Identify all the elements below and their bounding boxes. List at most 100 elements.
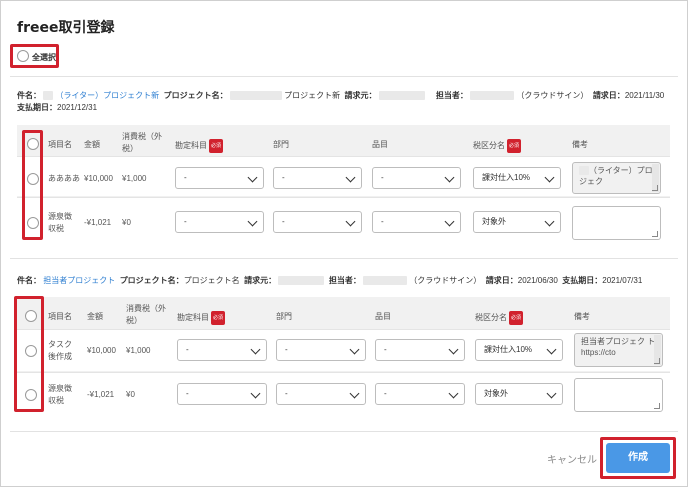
billing-label: 請求日： xyxy=(592,91,625,100)
redacted xyxy=(363,276,408,286)
subject-link[interactable]: 担当者プロジェクト xyxy=(43,276,115,285)
dept-select[interactable]: - xyxy=(276,339,366,361)
resize-handle-icon[interactable] xyxy=(652,185,658,191)
subject-label: 件名： xyxy=(17,91,41,100)
chevron-down-icon xyxy=(448,388,459,399)
chevron-down-icon xyxy=(250,344,261,355)
account-select[interactable]: - xyxy=(175,211,264,233)
tax-class-value: 課対仕入10% xyxy=(484,345,533,354)
resize-handle-icon[interactable] xyxy=(652,231,658,237)
tax-class-select[interactable]: 課対仕入10% xyxy=(473,167,561,189)
resize-handle-icon[interactable] xyxy=(654,358,660,364)
col-account: 勘定科目 必須 xyxy=(177,311,226,325)
tax-class-value: 対象外 xyxy=(482,217,506,226)
account-select[interactable]: - xyxy=(177,383,267,405)
account-select[interactable]: - xyxy=(175,167,264,189)
dept-value: - xyxy=(282,173,285,182)
product-value: - xyxy=(384,345,387,354)
item-name: 源泉徴収税 xyxy=(48,212,72,233)
col-tax-class-label: 税区分名 xyxy=(475,313,507,323)
chevron-down-icon xyxy=(444,172,455,183)
product-value: - xyxy=(384,389,387,398)
chevron-down-icon xyxy=(544,216,555,227)
row-radio[interactable] xyxy=(27,217,39,229)
note-value: 担当者プロジェク ト https://cto xyxy=(581,337,656,357)
billing-label: 請求日： xyxy=(485,276,518,285)
tax-class-value: 対象外 xyxy=(484,389,508,398)
account-value: - xyxy=(186,345,189,354)
dept-value: - xyxy=(285,345,288,354)
note-textarea[interactable] xyxy=(572,206,661,240)
create-button[interactable]: 作成 xyxy=(606,443,670,473)
account-select[interactable]: - xyxy=(177,339,267,361)
product-select[interactable]: - xyxy=(372,211,461,233)
resize-handle-icon[interactable] xyxy=(654,403,660,409)
cancel-button[interactable]: キャンセル xyxy=(547,451,597,466)
note-textarea[interactable]: （ライター）プロジェク xyxy=(572,162,661,194)
tax-amount: ¥0 xyxy=(126,390,135,399)
amount: ¥10,000 xyxy=(87,346,116,355)
chevron-down-icon xyxy=(349,344,360,355)
required-badge: 必須 xyxy=(211,311,226,325)
header-radio[interactable] xyxy=(27,138,39,150)
dept-value: - xyxy=(285,389,288,398)
payment-label: 支払期日： xyxy=(17,103,57,112)
project-label: プロジェクト名： xyxy=(163,91,228,100)
redacted xyxy=(43,91,54,101)
col-dept: 部門 xyxy=(273,140,289,149)
divider xyxy=(10,431,678,432)
required-badge: 必須 xyxy=(509,311,524,325)
table-header xyxy=(17,297,670,329)
col-amount: 金額 xyxy=(87,312,103,321)
billing-date: 2021/06/30 xyxy=(517,276,558,285)
amount: ¥10,000 xyxy=(84,174,113,183)
chevron-down-icon xyxy=(247,216,258,227)
tax-amount: ¥1,000 xyxy=(126,346,151,355)
header-radio[interactable] xyxy=(25,310,37,322)
tax-class-select[interactable]: 対象外 xyxy=(475,383,563,405)
payment-label: 支払期日： xyxy=(562,276,603,285)
item-name: ああああ xyxy=(48,174,80,183)
subject-link[interactable]: （ライター）プロジェクト新 xyxy=(55,91,159,100)
product-select[interactable]: - xyxy=(375,339,465,361)
chevron-down-icon xyxy=(250,388,261,399)
required-badge: 必須 xyxy=(209,139,224,153)
project-label: プロジェクト名： xyxy=(119,276,184,285)
col-item: 項目名 xyxy=(48,140,72,149)
row-radio[interactable] xyxy=(27,173,39,185)
account-value: - xyxy=(186,389,189,398)
chevron-down-icon xyxy=(345,216,356,227)
select-all-radio[interactable] xyxy=(17,50,29,62)
tax-amount: ¥0 xyxy=(122,218,131,227)
dialog-title: freee取引登録 xyxy=(17,20,115,36)
product-select[interactable]: - xyxy=(372,167,461,189)
col-account: 勘定科目 必須 xyxy=(175,139,224,153)
row-radio[interactable] xyxy=(25,345,37,357)
select-all-label: 全選択 xyxy=(32,53,56,62)
tax-class-select[interactable]: 課対仕入10% xyxy=(475,339,563,361)
note-textarea[interactable]: 担当者プロジェク ト https://cto xyxy=(574,333,663,367)
row-radio[interactable] xyxy=(25,389,37,401)
chevron-down-icon xyxy=(345,172,356,183)
dept-value: - xyxy=(282,217,285,226)
redacted xyxy=(229,91,282,101)
divider xyxy=(10,258,678,259)
dept-select[interactable]: - xyxy=(273,167,362,189)
amount: -¥1,021 xyxy=(87,390,115,399)
note-textarea[interactable] xyxy=(574,378,663,412)
product-select[interactable]: - xyxy=(375,383,465,405)
note-value: （ライター）プロジェク xyxy=(579,166,653,186)
divider xyxy=(10,76,678,77)
col-note: 備考 xyxy=(572,140,588,149)
tax-class-select[interactable]: 対象外 xyxy=(473,211,561,233)
dept-select[interactable]: - xyxy=(273,211,362,233)
chevron-down-icon xyxy=(546,344,557,355)
dept-select[interactable]: - xyxy=(276,383,366,405)
required-badge: 必須 xyxy=(507,139,522,153)
item-name: 源泉徴収税 xyxy=(48,384,72,405)
col-item: 項目名 xyxy=(48,312,72,321)
tax-class-value: 課対仕入10% xyxy=(482,173,531,182)
owner-label: 担当者： xyxy=(435,91,468,100)
chevron-down-icon xyxy=(444,216,455,227)
amount: -¥1,021 xyxy=(84,218,112,227)
